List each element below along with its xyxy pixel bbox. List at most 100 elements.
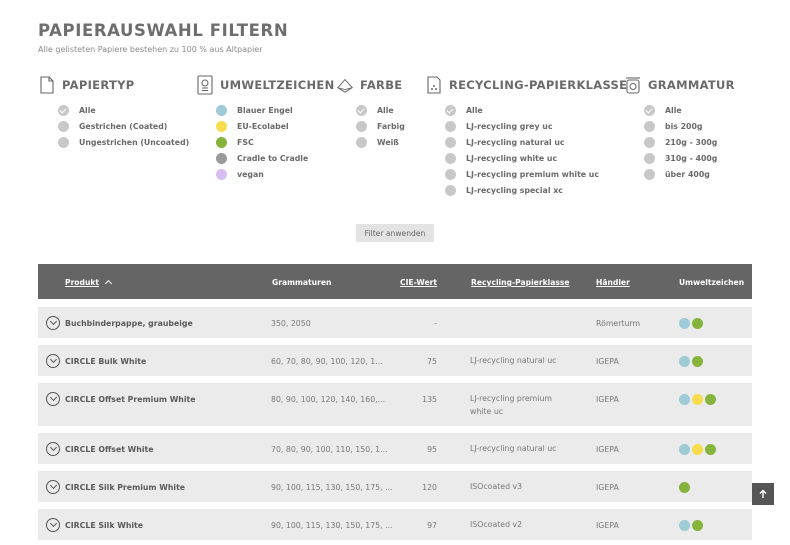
eco-badge-yellow	[692, 394, 703, 405]
eco-badges	[679, 482, 690, 493]
checkbox[interactable]	[58, 104, 69, 116]
option-recycling-alle[interactable]: Alle	[445, 102, 627, 118]
option-vegan[interactable]: vegan	[216, 166, 335, 182]
option-fsc[interactable]: FSC	[216, 134, 335, 150]
column-cie-wert[interactable]: CIE-Wert	[400, 278, 437, 287]
option-farbig[interactable]: Farbig	[356, 118, 405, 134]
checkbox[interactable]	[356, 120, 367, 132]
table-header: Produkt Grammaturen CIE-Wert Recycling-P…	[38, 264, 752, 299]
checkbox[interactable]	[58, 120, 69, 132]
option-cradle-to-cradle[interactable]: Cradle to Cradle	[216, 150, 335, 166]
checkbox[interactable]	[356, 136, 367, 148]
expand-row-icon[interactable]	[46, 392, 60, 406]
option-210-300g[interactable]: 210g - 300g	[644, 134, 735, 150]
option-recycling-natural[interactable]: LJ-recycling natural uc	[445, 134, 627, 150]
grammaturen: 70, 80, 90, 100, 110, 150, 1...	[271, 445, 388, 454]
option-papiertyp-ungestrichen[interactable]: Ungestrichen (Uncoated)	[58, 134, 189, 150]
option-weiss[interactable]: Weiß	[356, 134, 405, 150]
filter-farbe-label: FARBE	[360, 78, 403, 92]
checkbox[interactable]	[216, 152, 227, 164]
checkbox[interactable]	[216, 136, 227, 148]
eco-badges	[679, 394, 716, 405]
paper-stack-icon	[336, 74, 354, 96]
option-recycling-white[interactable]: LJ-recycling white uc	[445, 150, 627, 166]
option-farbe-alle[interactable]: Alle	[356, 102, 405, 118]
option-recycling-special[interactable]: LJ-recycling special xc	[445, 182, 627, 198]
grammaturen: 60, 70, 80, 90, 100, 120, 1...	[271, 357, 383, 366]
checkbox[interactable]	[216, 168, 227, 180]
expand-row-icon[interactable]	[46, 354, 60, 368]
recycling-klasse: ISOcoated v2	[470, 520, 523, 529]
recycling-klasse: LJ-recycling natural uc	[470, 356, 557, 365]
recycling-klasse: LJ-recycling natural uc	[470, 444, 557, 453]
cie-wert: 97	[427, 521, 437, 530]
expand-row-icon[interactable]	[46, 442, 60, 456]
table-row[interactable]: CIRCLE Offset White 70, 80, 90, 100, 110…	[38, 433, 752, 464]
checkbox[interactable]	[644, 168, 655, 180]
product-name: CIRCLE Silk Premium White	[65, 483, 186, 492]
recycle-bin-icon	[425, 74, 443, 96]
eco-badge-blue	[679, 318, 690, 329]
table-row[interactable]: CIRCLE Offset Premium White 80, 90, 100,…	[38, 383, 752, 426]
option-blauer-engel[interactable]: Blauer Engel	[216, 102, 335, 118]
eco-badge-green	[679, 482, 690, 493]
expand-row-icon[interactable]	[46, 480, 60, 494]
checkbox[interactable]	[644, 104, 655, 116]
column-produkt-sort[interactable]: Produkt	[65, 278, 113, 288]
option-grammatur-alle[interactable]: Alle	[644, 102, 735, 118]
option-recycling-grey[interactable]: LJ-recycling grey uc	[445, 118, 627, 134]
eco-badge-yellow	[692, 444, 703, 455]
option-ueber-400g[interactable]: über 400g	[644, 166, 735, 182]
checkbox[interactable]	[644, 120, 655, 132]
scale-icon	[624, 74, 642, 96]
checkbox[interactable]	[58, 136, 69, 148]
checkbox[interactable]	[445, 136, 456, 148]
filter-farbe: FARBE Alle Farbig Weiß	[336, 74, 405, 150]
product-name: CIRCLE Silk White	[65, 521, 144, 530]
table-row[interactable]: CIRCLE Silk Premium White 90, 100, 115, …	[38, 471, 752, 502]
expand-row-icon[interactable]	[46, 518, 60, 532]
checkbox[interactable]	[445, 152, 456, 164]
expand-row-icon[interactable]	[46, 316, 60, 330]
grammaturen: 90, 100, 115, 130, 150, 175, ...	[271, 483, 393, 492]
table-row[interactable]: Buchbinderpappe, graubeige 350, 2050 - R…	[38, 307, 752, 338]
table-row[interactable]: CIRCLE Bulk White 60, 70, 80, 90, 100, 1…	[38, 345, 752, 376]
option-bis-200g[interactable]: bis 200g	[644, 118, 735, 134]
eco-badges	[679, 356, 703, 367]
scroll-to-top-button[interactable]	[752, 483, 774, 505]
option-papiertyp-gestrichen[interactable]: Gestrichen (Coated)	[58, 118, 189, 134]
filter-papiertyp: PAPIERTYP Alle Gestrichen (Coated) Unges…	[38, 74, 189, 150]
checkbox[interactable]	[644, 152, 655, 164]
product-name: CIRCLE Offset White	[65, 445, 154, 454]
cie-wert: 75	[427, 357, 437, 366]
checkbox[interactable]	[445, 168, 456, 180]
haendler: IGEPA	[596, 357, 619, 366]
option-310-400g[interactable]: 310g - 400g	[644, 150, 735, 166]
recycling-klasse: LJ-recycling premium white uc	[470, 394, 552, 416]
checkbox[interactable]	[216, 104, 227, 116]
option-papiertyp-alle[interactable]: Alle	[58, 102, 189, 118]
sort-ascending-icon	[105, 279, 113, 288]
checkbox[interactable]	[445, 184, 456, 196]
checkbox[interactable]	[445, 104, 456, 116]
eco-badges	[679, 444, 716, 455]
column-grammaturen: Grammaturen	[272, 278, 332, 287]
option-eu-ecolabel[interactable]: EU-Ecolabel	[216, 118, 335, 134]
product-name: CIRCLE Bulk White	[65, 357, 147, 366]
grammaturen: 350, 2050	[271, 319, 311, 328]
checkbox[interactable]	[445, 120, 456, 132]
cie-wert: -	[434, 319, 437, 328]
eco-badge-blue	[679, 444, 690, 455]
checkbox[interactable]	[356, 104, 367, 116]
haendler: IGEPA	[596, 395, 619, 404]
option-recycling-premium-white[interactable]: LJ-recycling premium white uc	[445, 166, 627, 182]
cie-wert: 135	[422, 395, 437, 404]
filter-recycling-papierklasse: RECYCLING-PAPIERKLASSE Alle LJ-recycling…	[425, 74, 627, 198]
apply-filter-button[interactable]: Filter anwenden	[356, 224, 434, 242]
checkbox[interactable]	[644, 136, 655, 148]
checkbox[interactable]	[216, 120, 227, 132]
column-recycling-papierklasse[interactable]: Recycling-Papierklasse	[471, 278, 570, 287]
document-icon	[38, 74, 56, 96]
column-haendler[interactable]: Händler	[596, 278, 630, 287]
table-row[interactable]: CIRCLE Silk White 90, 100, 115, 130, 150…	[38, 509, 752, 540]
